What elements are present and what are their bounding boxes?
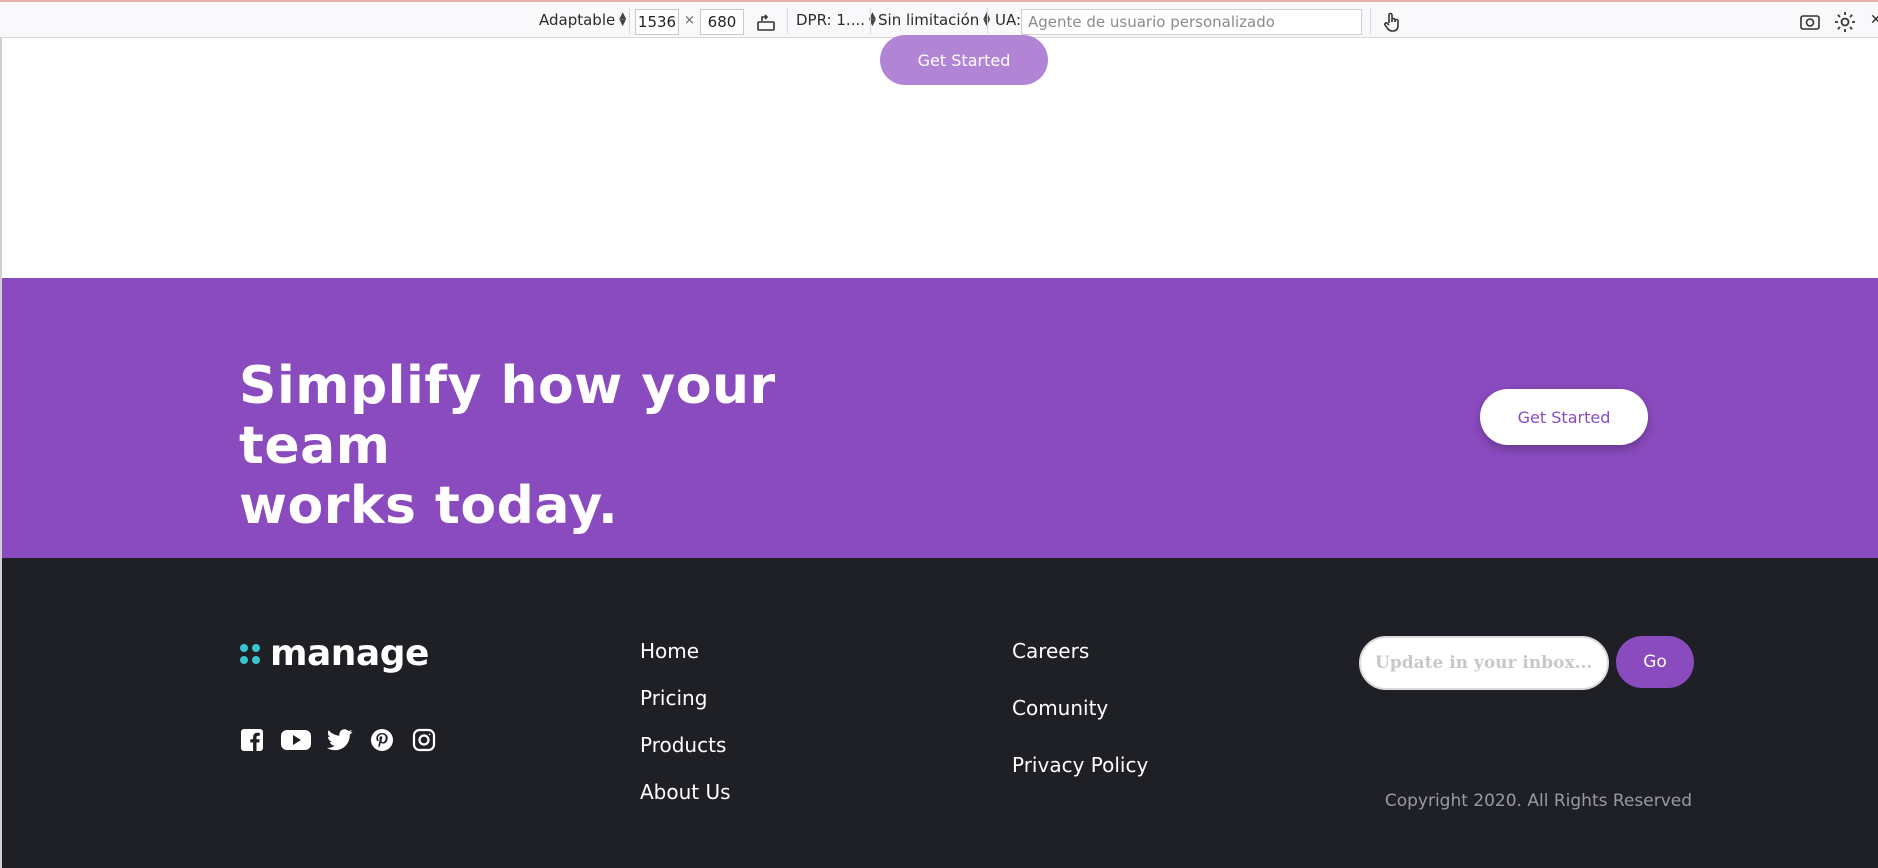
copyright-text: Copyright 2020. All Rights Reserved (1384, 791, 1692, 811)
instagram-icon[interactable] (410, 726, 438, 754)
footer-link-careers[interactable]: Careers (1012, 639, 1089, 663)
twitter-icon[interactable] (326, 726, 354, 754)
get-started-button[interactable]: Get Started (880, 35, 1048, 85)
newsletter-go-button[interactable]: Go (1616, 636, 1694, 688)
cta-title-line2: works today. (239, 476, 619, 536)
cta-band: Simplify how your team works today. Get … (2, 278, 1878, 558)
facebook-icon[interactable] (238, 726, 266, 754)
dpr-select[interactable]: DPR: 1.... ▲ ▼ (796, 2, 876, 38)
viewport-width-input[interactable]: 1536 (635, 9, 679, 35)
user-agent-input[interactable] (1021, 9, 1362, 35)
rotate-icon[interactable] (754, 10, 778, 34)
page-viewport: Get Started Simplify how your team works… (0, 35, 1878, 868)
footer-link-about-us[interactable]: About Us (640, 780, 731, 804)
hero-section: Get Started (2, 35, 1878, 278)
cta-title-line1: Simplify how your team (239, 356, 776, 476)
viewport-border (0, 38, 2, 868)
throttling-label: Sin limitación (878, 11, 980, 29)
cta-title: Simplify how your team works today. (239, 356, 879, 536)
throttling-select[interactable]: Sin limitación ▲▼ (878, 2, 990, 38)
footer-link-pricing[interactable]: Pricing (640, 686, 707, 710)
logo-dots-icon (240, 642, 262, 666)
footer-link-products[interactable]: Products (640, 733, 726, 757)
settings-icon[interactable] (1833, 10, 1857, 34)
close-icon[interactable]: ✕ (1870, 2, 1878, 38)
footer-link-home[interactable]: Home (640, 639, 699, 663)
responsive-design-toolbar: Adaptable ▲ ▼ 1536 × 680 DPR: 1.... ▲ ▼ Si… (0, 0, 1878, 38)
select-arrows-icon: ▲▼ (619, 11, 627, 28)
newsletter-email-input[interactable] (1359, 636, 1609, 690)
dimension-separator: × (684, 12, 695, 28)
pinterest-icon[interactable] (368, 726, 396, 754)
ua-label: UA: (995, 11, 1022, 29)
viewport-height-input[interactable]: 680 (700, 9, 744, 35)
cta-get-started-button[interactable]: Get Started (1480, 389, 1648, 445)
screenshot-icon[interactable] (1798, 10, 1822, 34)
logo-text: manage (270, 633, 429, 674)
logo[interactable]: manage (240, 633, 429, 674)
dpr-label: DPR: 1.... (796, 11, 865, 29)
footer: manage Home Pricing Products About Us Ca… (2, 558, 1878, 868)
footer-link-community[interactable]: Comunity (1012, 696, 1108, 720)
youtube-icon[interactable] (280, 726, 312, 754)
device-mode-select[interactable]: Adaptable ▲ ▼ (539, 2, 626, 38)
touch-icon[interactable] (1380, 10, 1404, 34)
device-mode-label: Adaptable (539, 11, 616, 29)
footer-link-privacy-policy[interactable]: Privacy Policy (1012, 753, 1148, 777)
social-links (238, 726, 452, 754)
